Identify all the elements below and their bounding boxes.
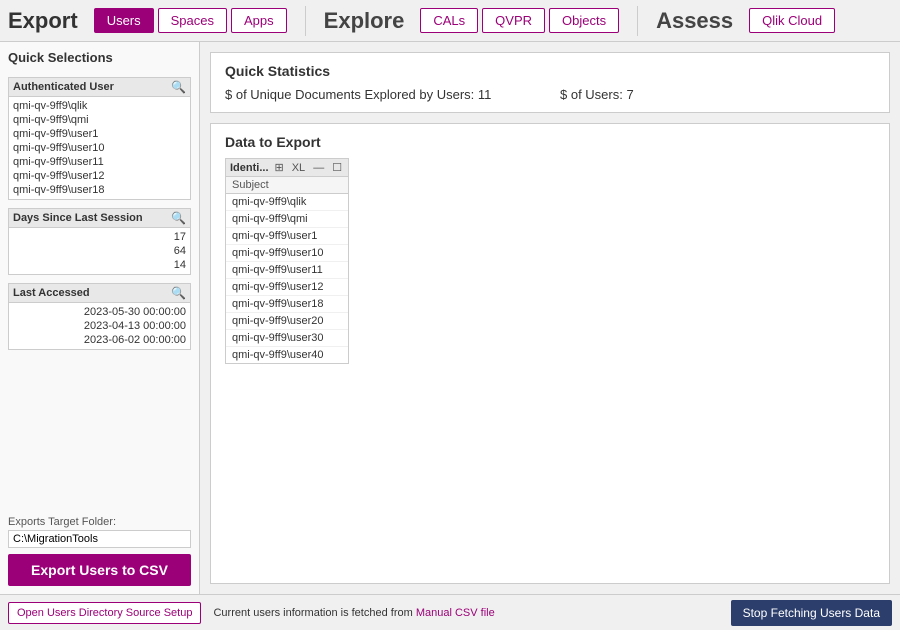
table-row: qmi-qv-9ff9\user30 — [226, 330, 348, 347]
days-since-search-icon[interactable]: 🔍 — [171, 211, 186, 225]
footer: Open Users Directory Source Setup Curren… — [0, 594, 900, 630]
nav-users[interactable]: Users — [94, 8, 154, 33]
separator-1 — [305, 6, 306, 36]
nav-apps[interactable]: Apps — [231, 8, 287, 33]
list-item[interactable]: qmi-qv-9ff9\user1 — [13, 127, 186, 141]
list-item: 64 — [13, 244, 186, 258]
unique-docs-stat: $ of Unique Documents Explored by Users:… — [225, 87, 540, 102]
table-row: qmi-qv-9ff9\qlik — [226, 194, 348, 211]
table-row: qmi-qv-9ff9\user20 — [226, 313, 348, 330]
table-row: qmi-qv-9ff9\user11 — [226, 262, 348, 279]
table-col-label: Identi... — [230, 162, 269, 174]
box-icon[interactable]: ☐ — [330, 161, 344, 174]
separator-2 — [637, 6, 638, 36]
table-toolbar: Identi... ⊞ XL — ☐ — [226, 159, 348, 177]
nav-cals[interactable]: CALs — [420, 8, 478, 33]
authenticated-user-title: Authenticated User — [13, 81, 114, 93]
export-label: Export — [8, 8, 78, 34]
main-content: Quick Selections Authenticated User 🔍 qm… — [0, 42, 900, 594]
quick-stats-box: Quick Statistics $ of Unique Documents E… — [210, 52, 890, 113]
quick-selections-title: Quick Selections — [8, 50, 191, 65]
assess-label: Assess — [656, 8, 733, 34]
list-item: 14 — [13, 258, 186, 272]
table-row: qmi-qv-9ff9\user18 — [226, 296, 348, 313]
table-row: qmi-qv-9ff9\qmi — [226, 211, 348, 228]
list-item: 2023-06-02 00:00:00 — [13, 333, 186, 347]
last-accessed-search-icon[interactable]: 🔍 — [171, 286, 186, 300]
list-item[interactable]: qmi-qv-9ff9\user18 — [13, 183, 186, 197]
authenticated-user-list: qmi-qv-9ff9\qlik qmi-qv-9ff9\qmi qmi-qv-… — [9, 97, 190, 199]
copy-icon[interactable]: ⊞ — [273, 161, 286, 174]
table-row: qmi-qv-9ff9\user1 — [226, 228, 348, 245]
export-folder-section: Exports Target Folder: Export Users to C… — [8, 516, 191, 586]
data-export-box: Data to Export Identi... ⊞ XL — ☐ Subjec… — [210, 123, 890, 584]
assess-nav: Qlik Cloud — [749, 8, 835, 33]
left-panel: Quick Selections Authenticated User 🔍 qm… — [0, 42, 200, 594]
xl-icon[interactable]: XL — [290, 162, 307, 174]
footer-status-link[interactable]: Manual CSV file — [416, 607, 495, 619]
minus-icon[interactable]: — — [311, 162, 326, 174]
right-panel: Quick Statistics $ of Unique Documents E… — [200, 42, 900, 594]
footer-status: Current users information is fetched fro… — [201, 607, 730, 619]
explore-nav: CALs QVPR Objects — [420, 8, 619, 33]
explore-label: Explore — [324, 8, 405, 34]
days-since-title: Days Since Last Session — [13, 212, 143, 224]
authenticated-user-header: Authenticated User 🔍 — [9, 78, 190, 97]
days-since-filter: Days Since Last Session 🔍 17 64 14 — [8, 208, 191, 275]
table-row: qmi-qv-9ff9\user40 — [226, 347, 348, 363]
export-folder-input[interactable] — [8, 530, 191, 548]
quick-stats-title: Quick Statistics — [225, 63, 875, 79]
list-item[interactable]: qmi-qv-9ff9\user12 — [13, 169, 186, 183]
list-item: 2023-04-13 00:00:00 — [13, 319, 186, 333]
table-data: qmi-qv-9ff9\qlik qmi-qv-9ff9\qmi qmi-qv-… — [226, 194, 348, 363]
app-header: Export Users Spaces Apps Explore CALs QV… — [0, 0, 900, 42]
table-row: qmi-qv-9ff9\user10 — [226, 245, 348, 262]
list-item: 17 — [13, 230, 186, 244]
authenticated-user-filter: Authenticated User 🔍 qmi-qv-9ff9\qlik qm… — [8, 77, 191, 200]
days-since-values: 17 64 14 — [9, 228, 190, 274]
open-users-directory-button[interactable]: Open Users Directory Source Setup — [8, 602, 201, 624]
list-item: 2023-05-30 00:00:00 — [13, 305, 186, 319]
stats-row: $ of Unique Documents Explored by Users:… — [225, 87, 875, 102]
list-item[interactable]: qmi-qv-9ff9\user10 — [13, 141, 186, 155]
data-export-table: Identi... ⊞ XL — ☐ Subject qmi-qv-9ff9\q… — [225, 158, 349, 364]
last-accessed-header: Last Accessed 🔍 — [9, 284, 190, 303]
days-since-header: Days Since Last Session 🔍 — [9, 209, 190, 228]
data-export-title: Data to Export — [225, 134, 875, 150]
nav-qvpr[interactable]: QVPR — [482, 8, 545, 33]
nav-objects[interactable]: Objects — [549, 8, 619, 33]
list-item[interactable]: qmi-qv-9ff9\user11 — [13, 155, 186, 169]
table-sub-header: Subject — [226, 177, 348, 194]
stop-fetching-button[interactable]: Stop Fetching Users Data — [731, 600, 892, 626]
footer-status-text: Current users information is fetched fro… — [213, 607, 412, 619]
export-nav: Users Spaces Apps — [94, 8, 287, 33]
nav-qlik-cloud[interactable]: Qlik Cloud — [749, 8, 835, 33]
nav-spaces[interactable]: Spaces — [158, 8, 227, 33]
users-count-stat: $ of Users: 7 — [560, 87, 875, 102]
list-item[interactable]: qmi-qv-9ff9\qmi — [13, 113, 186, 127]
last-accessed-filter: Last Accessed 🔍 2023-05-30 00:00:00 2023… — [8, 283, 191, 350]
export-csv-button[interactable]: Export Users to CSV — [8, 554, 191, 586]
export-folder-label: Exports Target Folder: — [8, 516, 191, 528]
last-accessed-title: Last Accessed — [13, 287, 90, 299]
last-accessed-values: 2023-05-30 00:00:00 2023-04-13 00:00:00 … — [9, 303, 190, 349]
table-row: qmi-qv-9ff9\user12 — [226, 279, 348, 296]
list-item[interactable]: qmi-qv-9ff9\qlik — [13, 99, 186, 113]
authenticated-user-search-icon[interactable]: 🔍 — [171, 80, 186, 94]
